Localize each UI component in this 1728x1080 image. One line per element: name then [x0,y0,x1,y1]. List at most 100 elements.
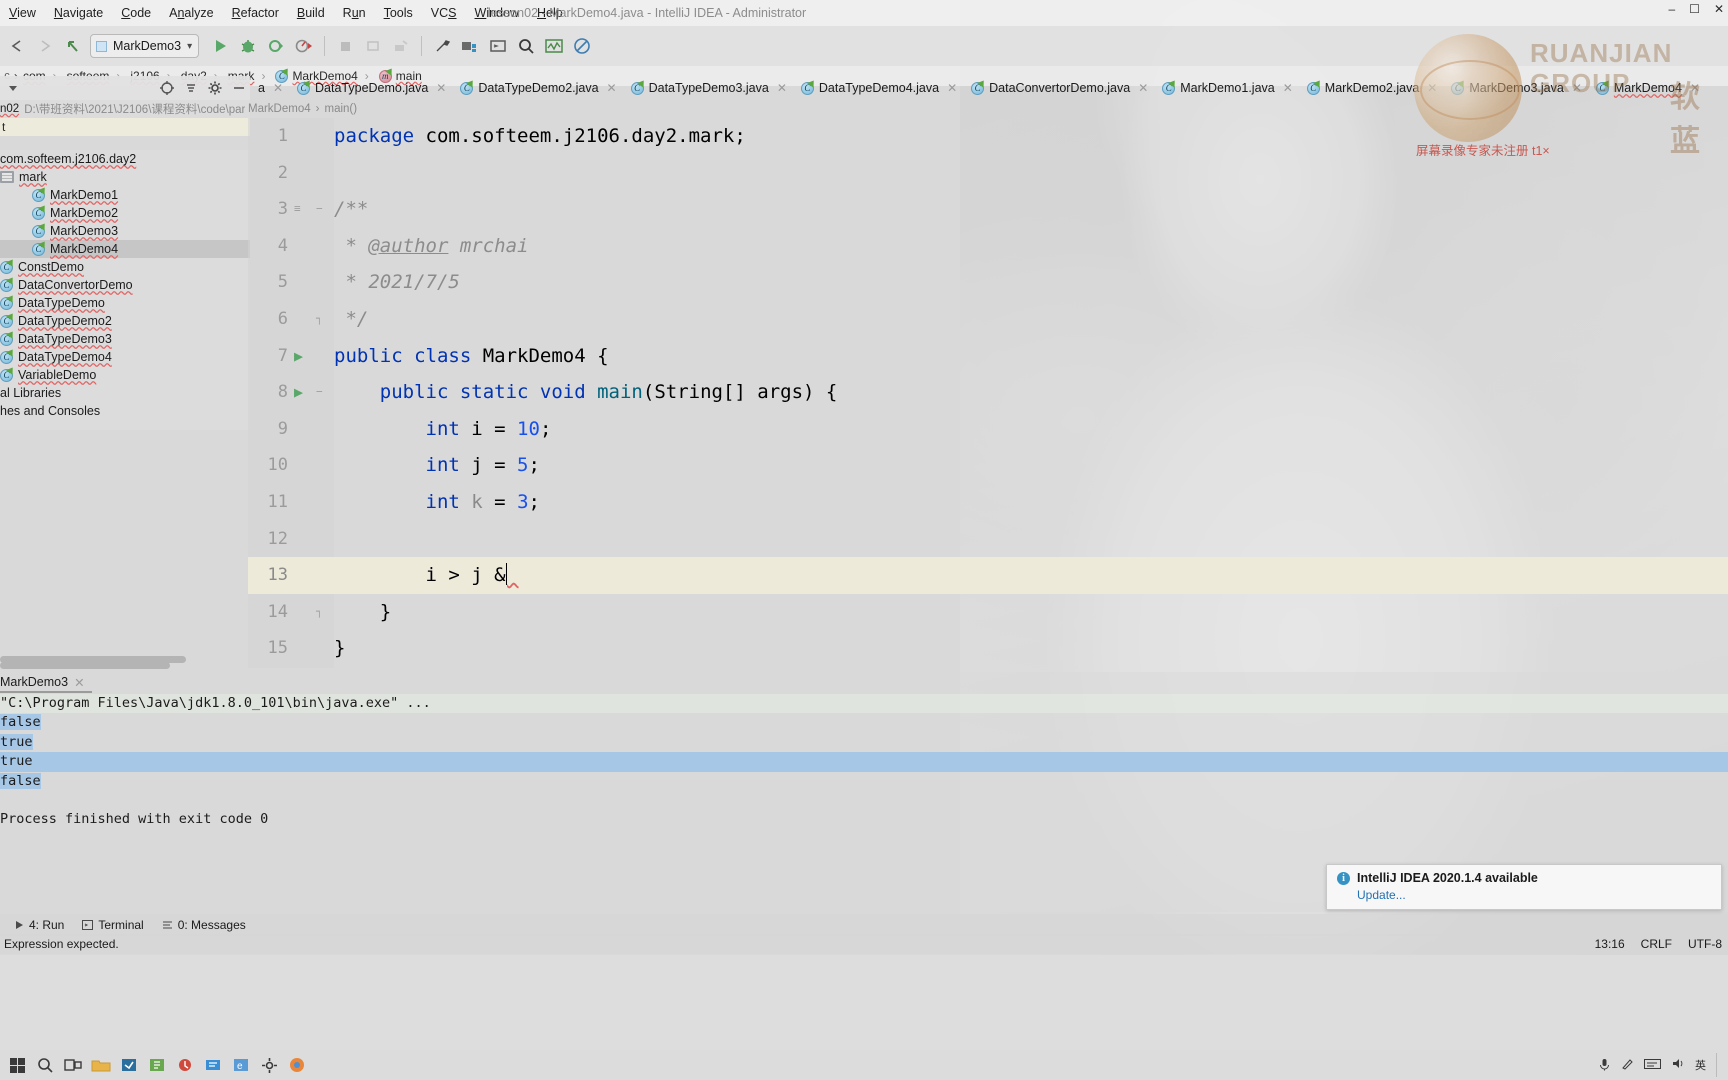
editor-tab[interactable]: a ✕ [250,76,289,100]
tree-item[interactable]: mark [0,168,250,186]
tool-button-run[interactable]: 4: Run [14,918,64,932]
code-editor[interactable]: 1 package com.softeem.j2106.day2.mark; 2 3 ≡… [248,118,1728,668]
speaker-icon[interactable] [1671,1057,1685,1073]
run-icon[interactable] [207,33,233,59]
editor-tab[interactable]: C DataTypeDemo4.java ✕ [793,76,963,100]
settings-wrench-icon[interactable] [429,33,455,59]
windows-start-icon[interactable] [4,1052,30,1078]
collapse-all-icon[interactable] [180,78,202,98]
close-icon[interactable]: ✕ [74,675,84,690]
editor-tab[interactable]: C MarkDemo1.java ✕ [1154,76,1299,100]
close-icon[interactable]: ✕ [947,81,957,95]
menu-vcs[interactable]: VCS [422,0,466,26]
minimize-icon[interactable]: – [1668,2,1675,16]
code-line[interactable]: 13 i > j & [248,557,1728,594]
menu-tools[interactable]: Tools [375,0,422,26]
app-icon-5[interactable]: e [228,1052,254,1078]
fold-marker-icon[interactable]: ┐ [316,594,323,631]
show-desktop-button[interactable] [1716,1053,1722,1077]
code-line[interactable]: 5 * 2021/7/5 [248,264,1728,301]
tree-item[interactable]: C DataConvertorDemo [0,276,250,294]
editor-tab[interactable]: C DataConvertorDemo.java ✕ [963,76,1154,100]
close-icon[interactable]: ✕ [273,81,283,95]
menu-build[interactable]: Build [288,0,334,26]
tree-item[interactable]: C MarkDemo1 [0,186,250,204]
chevron-down-icon[interactable] [2,78,24,98]
tree-item[interactable]: C MarkDemo2 [0,204,250,222]
tree-item[interactable]: C DataTypeDemo4 [0,348,250,366]
run-tab[interactable]: MarkDemo3 ✕ [0,672,85,692]
tree-item[interactable]: C MarkDemo4 [0,240,250,258]
code-line[interactable]: 6 ┐ */ [248,301,1728,338]
tree-item[interactable]: C DataTypeDemo2 [0,312,250,330]
file-encoding[interactable]: UTF-8 [1688,937,1722,951]
undo-arrow-icon[interactable] [60,33,86,59]
locate-icon[interactable] [156,78,178,98]
explorer-icon[interactable] [88,1052,114,1078]
app-icon-3[interactable] [172,1052,198,1078]
tree-item[interactable]: com.softeem.j2106.day2 [0,150,250,168]
fold-marker-icon[interactable]: ┐ [316,301,323,338]
tree-item[interactable]: C DataTypeDemo3 [0,330,250,348]
close-icon[interactable]: ✕ [607,81,617,95]
ime-indicator[interactable]: 英 [1695,1057,1706,1073]
project-structure-icon[interactable] [457,33,483,59]
forward-icon[interactable] [32,33,58,59]
tool-button-messages[interactable]: 0: Messages [162,918,246,932]
menu-view[interactable]: VViewiew [0,0,45,26]
analyze-icon[interactable] [541,33,567,59]
no-inspection-icon[interactable] [569,33,595,59]
editor-breadcrumb-method[interactable]: main() [324,103,357,115]
code-line[interactable]: 2 [248,155,1728,192]
fold-marker-icon[interactable]: − [316,374,323,411]
code-line[interactable]: 7 ▶ public class MarkDemo4 { [248,338,1728,375]
run-gutter-icon[interactable]: ▶ [294,374,303,411]
tree-item[interactable]: C ConstDemo [0,258,250,276]
editor-breadcrumb-class[interactable]: MarkDemo4 [248,103,311,115]
close-icon[interactable]: ✕ [436,81,446,95]
profile-icon[interactable] [291,33,317,59]
menu-code[interactable]: Code [112,0,160,26]
attach-icon[interactable] [360,33,386,59]
settings-icon[interactable] [256,1052,282,1078]
app-icon-1[interactable] [116,1052,142,1078]
browser-icon[interactable] [284,1052,310,1078]
tree-item[interactable]: C DataTypeDemo [0,294,250,312]
code-line[interactable]: 10 int j = 5; [248,447,1728,484]
console-output[interactable]: "C:\Program Files\Java\jdk1.8.0_101\bin\… [0,694,1728,830]
app-icon-2[interactable] [144,1052,170,1078]
code-line[interactable]: 3 ≡ −/** [248,191,1728,228]
tool-button-terminal[interactable]: Terminal [82,918,144,932]
microphone-icon[interactable] [1598,1057,1611,1074]
back-icon[interactable] [4,33,30,59]
close-icon[interactable]: ✕ [1283,81,1293,95]
notification-action[interactable]: Update... [1357,888,1711,902]
tree-item[interactable]: hes and Consoles [0,402,250,420]
search-icon[interactable] [32,1052,58,1078]
code-line[interactable]: 4 * @author mrchai [248,228,1728,265]
code-line[interactable]: 9 int i = 10; [248,411,1728,448]
menu-refactor[interactable]: Refactor [223,0,288,26]
editor-tab[interactable]: C DataTypeDemo2.java ✕ [452,76,622,100]
run-with-coverage-icon[interactable] [263,33,289,59]
menu-navigate[interactable]: Navigate [45,0,112,26]
editor-hscrollbar[interactable] [0,662,170,669]
tree-item[interactable]: al Libraries [0,384,250,402]
task-view-icon[interactable] [60,1052,86,1078]
menu-analyze[interactable]: Analyze [160,0,222,26]
build-icon[interactable] [388,33,414,59]
close-icon[interactable]: ✕ [1714,2,1724,16]
tree-item[interactable]: C MarkDemo3 [0,222,250,240]
maximize-icon[interactable]: ☐ [1689,2,1700,16]
close-icon[interactable]: ✕ [1138,81,1148,95]
run-configuration-selector[interactable]: MarkDemo3 ▾ [90,34,200,58]
code-line[interactable]: 8 ▶ − public static void main(String[] arg… [248,374,1728,411]
stop-icon[interactable] [332,33,358,59]
editor-tab[interactable]: C DataTypeDemo3.java ✕ [623,76,793,100]
pen-icon[interactable] [1621,1057,1634,1073]
code-line[interactable]: 11 int k = 3; [248,484,1728,521]
tree-item[interactable]: C VariableDemo [0,366,250,384]
editor-tab[interactable]: C DataTypeDemo.java ✕ [289,76,452,100]
code-line[interactable]: 15} [248,630,1728,667]
code-line[interactable]: 12 [248,521,1728,558]
